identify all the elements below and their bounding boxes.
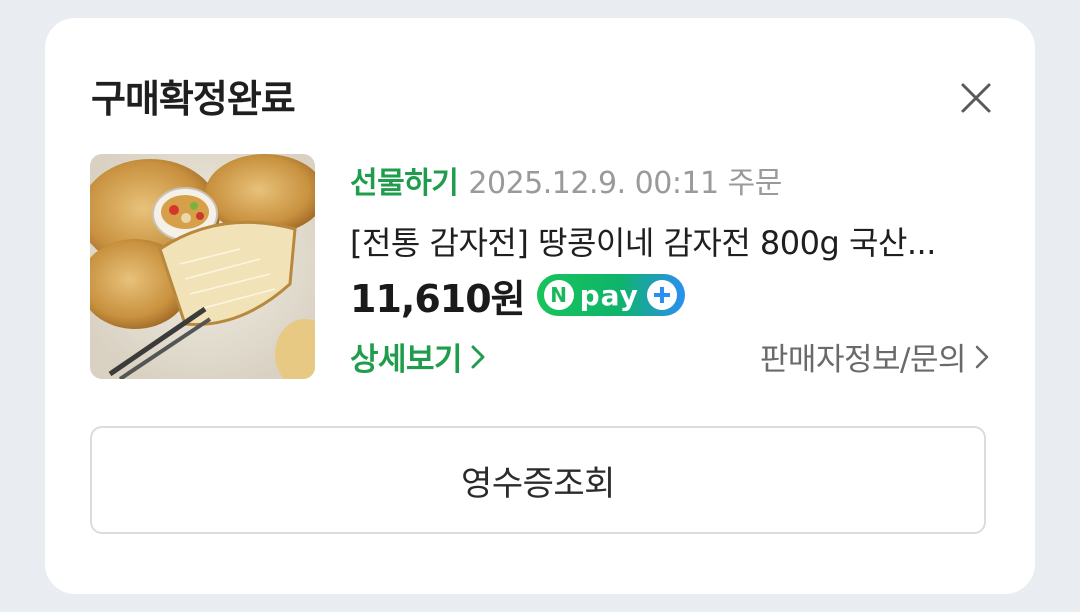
gift-link[interactable]: 선물하기	[350, 166, 459, 201]
chevron-right-icon	[975, 345, 989, 368]
receipt-button[interactable]: 영수증조회	[90, 426, 986, 534]
price-row: 11,610원 N pay	[350, 270, 685, 321]
seller-info-link[interactable]: 판매자정보/문의	[760, 334, 990, 379]
chevron-right-icon	[471, 345, 485, 368]
product-name[interactable]: [전통 감자전] 땅콩이네 감자전 800g 국산...	[350, 218, 990, 264]
npay-n-icon: N	[543, 280, 574, 310]
product-thumbnail[interactable]	[90, 154, 315, 379]
detail-view-label: 상세보기	[350, 342, 463, 378]
plus-icon	[646, 280, 677, 310]
card-title: 구매확정완료	[91, 77, 296, 121]
order-date: 2025.12.9. 00:11 주문	[468, 166, 782, 201]
close-icon	[961, 83, 991, 113]
detail-view-link[interactable]: 상세보기	[350, 334, 486, 379]
product-price: 11,610원	[350, 276, 526, 321]
npay-label: pay	[579, 278, 639, 312]
npay-plus-badge: N pay	[536, 274, 685, 316]
seller-info-label: 판매자정보/문의	[759, 342, 967, 378]
close-button[interactable]	[956, 78, 996, 118]
purchase-confirmed-card: 구매확정완료 선물하기 2025.12.9. 00:11 주문 [전통 감자전]…	[45, 18, 1035, 594]
order-meta: 선물하기 2025.12.9. 00:11 주문	[350, 158, 782, 202]
